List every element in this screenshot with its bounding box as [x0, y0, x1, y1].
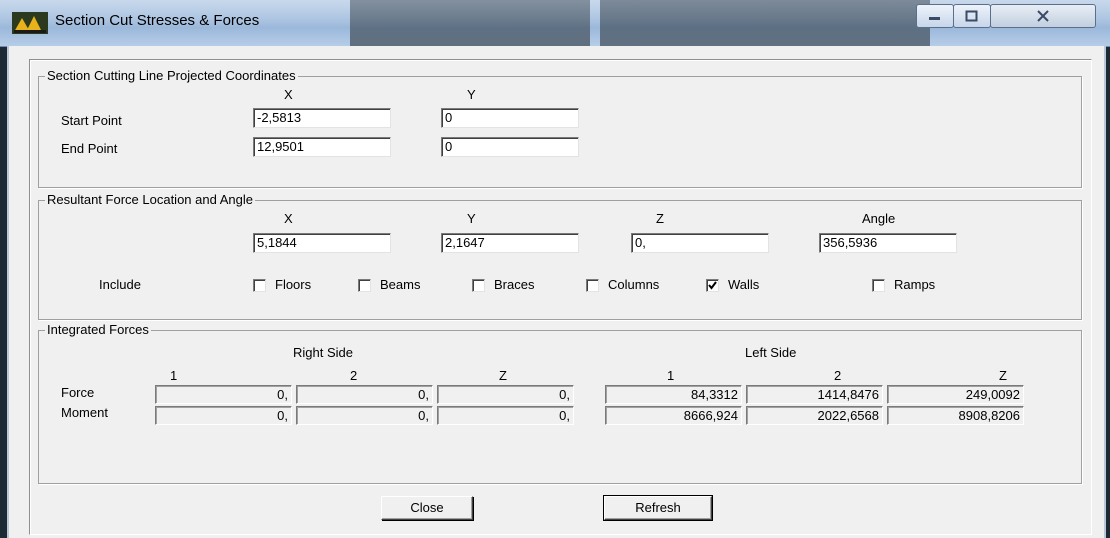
col-1-left-label: 1 [667, 368, 675, 383]
moment-left-1: 8666,924 [605, 406, 742, 425]
title-bar-background-blur-2 [600, 0, 930, 46]
start-x-field[interactable]: -2,5813 [253, 108, 391, 128]
force-left-2: 1414,8476 [746, 385, 883, 404]
col-x-label: X [284, 87, 293, 102]
resultant-group: Resultant Force Location and Angle X Y Z… [38, 192, 1082, 320]
section-line-group: Section Cutting Line Projected Coordinat… [38, 68, 1082, 188]
right-side-label: Right Side [293, 345, 353, 360]
col-z-left-label: Z [999, 368, 1007, 383]
beams-label: Beams [380, 277, 421, 292]
resultant-x-field[interactable]: 5,1844 [253, 233, 391, 253]
floors-checkbox[interactable] [253, 279, 266, 292]
force-label: Force [61, 385, 95, 400]
end-point-label: End Point [61, 141, 118, 156]
col-1-right-label: 1 [170, 368, 178, 383]
res-col-angle-label: Angle [862, 211, 896, 226]
resultant-z-field[interactable]: 0, [631, 233, 769, 253]
col-z-right-label: Z [499, 368, 507, 383]
integrated-forces-legend: Integrated Forces [45, 322, 151, 337]
close-button[interactable]: Close [381, 496, 473, 520]
force-right-1: 0, [155, 385, 292, 404]
ramps-label: Ramps [894, 277, 936, 292]
moment-left-2: 2022,6568 [746, 406, 883, 425]
moment-left-z: 8908,8206 [887, 406, 1024, 425]
resultant-legend: Resultant Force Location and Angle [45, 192, 255, 207]
resultant-angle-field[interactable]: 356,5936 [819, 233, 957, 253]
res-col-x-label: X [284, 211, 293, 226]
moment-label: Moment [61, 405, 108, 420]
col-2-left-label: 2 [834, 368, 842, 383]
minimize-icon [929, 17, 940, 20]
title-bar[interactable]: Section Cut Stresses & Forces [0, 0, 1110, 47]
force-right-2: 0, [296, 385, 433, 404]
moment-right-z: 0, [437, 406, 574, 425]
app-logo-icon [12, 12, 48, 34]
minimize-button[interactable] [916, 4, 954, 28]
end-y-field[interactable]: 0 [441, 137, 579, 157]
end-x-field[interactable]: 12,9501 [253, 137, 391, 157]
columns-checkbox[interactable] [586, 279, 599, 292]
dialog-client-area: Section Cutting Line Projected Coordinat… [7, 46, 1106, 538]
include-label: Include [99, 277, 141, 292]
force-right-z: 0, [437, 385, 574, 404]
maximize-button[interactable] [953, 4, 991, 28]
checkmark-icon [708, 281, 717, 290]
res-col-y-label: Y [467, 211, 476, 226]
col-2-right-label: 2 [350, 368, 358, 383]
braces-label: Braces [494, 277, 535, 292]
window-title: Section Cut Stresses & Forces [55, 12, 260, 29]
braces-checkbox[interactable] [472, 279, 485, 292]
walls-label: Walls [728, 277, 760, 292]
integrated-forces-group: Integrated Forces Right Side Left Side 1… [38, 322, 1082, 484]
floors-label: Floors [275, 277, 312, 292]
force-left-z: 249,0092 [887, 385, 1024, 404]
walls-checkbox[interactable] [706, 279, 719, 292]
section-line-legend: Section Cutting Line Projected Coordinat… [45, 68, 298, 83]
refresh-button[interactable]: Refresh [603, 495, 713, 521]
close-icon [1037, 10, 1049, 22]
resultant-y-field[interactable]: 2,1647 [441, 233, 579, 253]
force-left-1: 84,3312 [605, 385, 742, 404]
res-col-z-label: Z [656, 211, 664, 226]
beams-checkbox[interactable] [358, 279, 371, 292]
close-window-button[interactable] [990, 4, 1096, 28]
left-side-label: Left Side [745, 345, 797, 360]
columns-label: Columns [608, 277, 660, 292]
ramps-checkbox[interactable] [872, 279, 885, 292]
start-y-field[interactable]: 0 [441, 108, 579, 128]
dialog-frame: Section Cutting Line Projected Coordinat… [29, 59, 1092, 535]
moment-right-1: 0, [155, 406, 292, 425]
start-point-label: Start Point [61, 113, 122, 128]
maximize-icon [965, 10, 978, 22]
title-bar-background-blur [350, 0, 590, 46]
moment-right-2: 0, [296, 406, 433, 425]
col-y-label: Y [467, 87, 476, 102]
